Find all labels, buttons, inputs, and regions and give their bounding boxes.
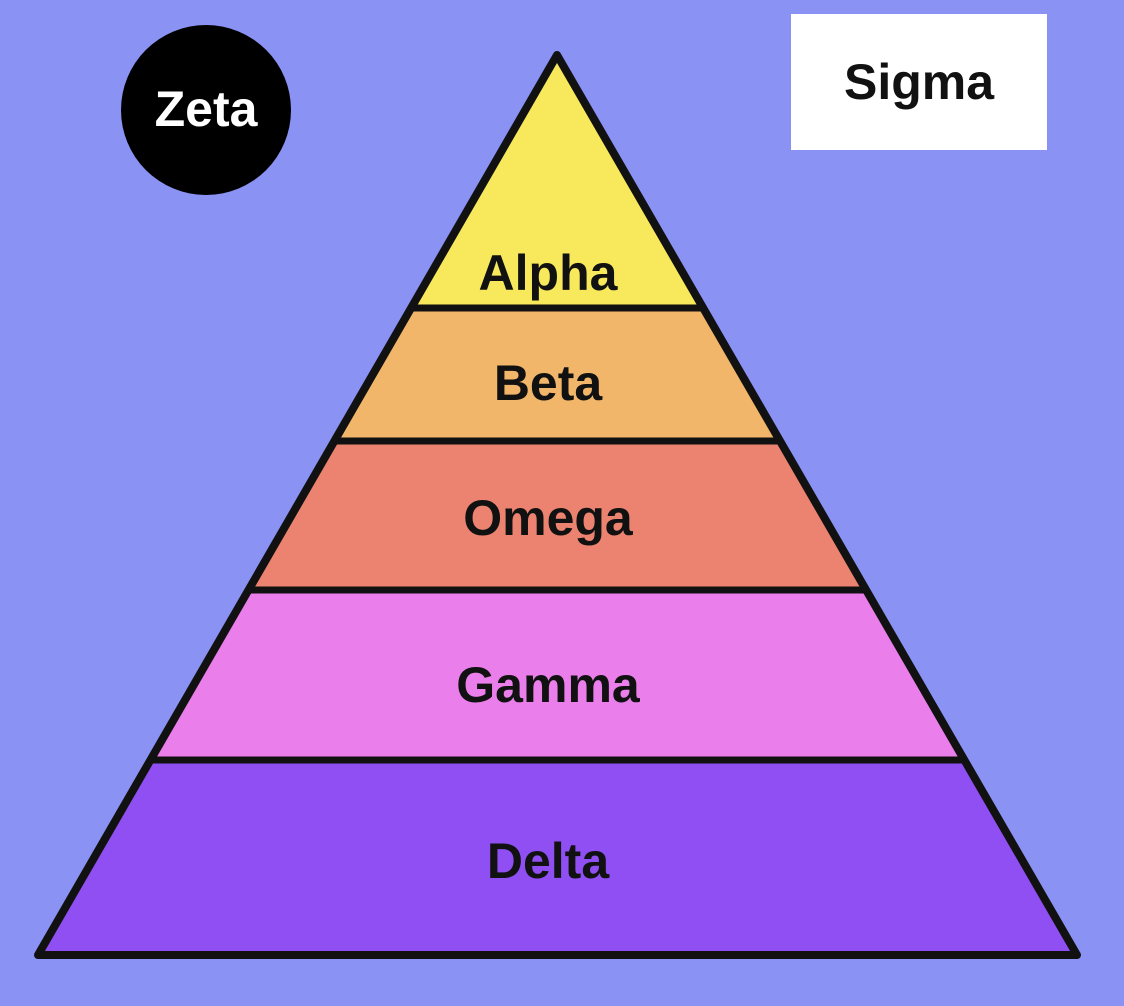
pyramid-level-label-delta: Delta: [487, 833, 610, 889]
zeta-label: Zeta: [155, 81, 259, 137]
sigma-badge: Sigma: [791, 14, 1047, 150]
pyramid-level-label-gamma: Gamma: [456, 657, 641, 713]
zeta-badge: Zeta: [121, 25, 291, 195]
pyramid-level-label-omega: Omega: [463, 490, 634, 546]
pyramid-diagram: Alpha Beta Omega Gamma Delta Zeta Sigma: [34, 14, 1081, 959]
sigma-label: Sigma: [844, 54, 995, 110]
pyramid-level-label-beta: Beta: [494, 355, 604, 411]
pyramid-level-label-alpha: Alpha: [479, 245, 619, 301]
